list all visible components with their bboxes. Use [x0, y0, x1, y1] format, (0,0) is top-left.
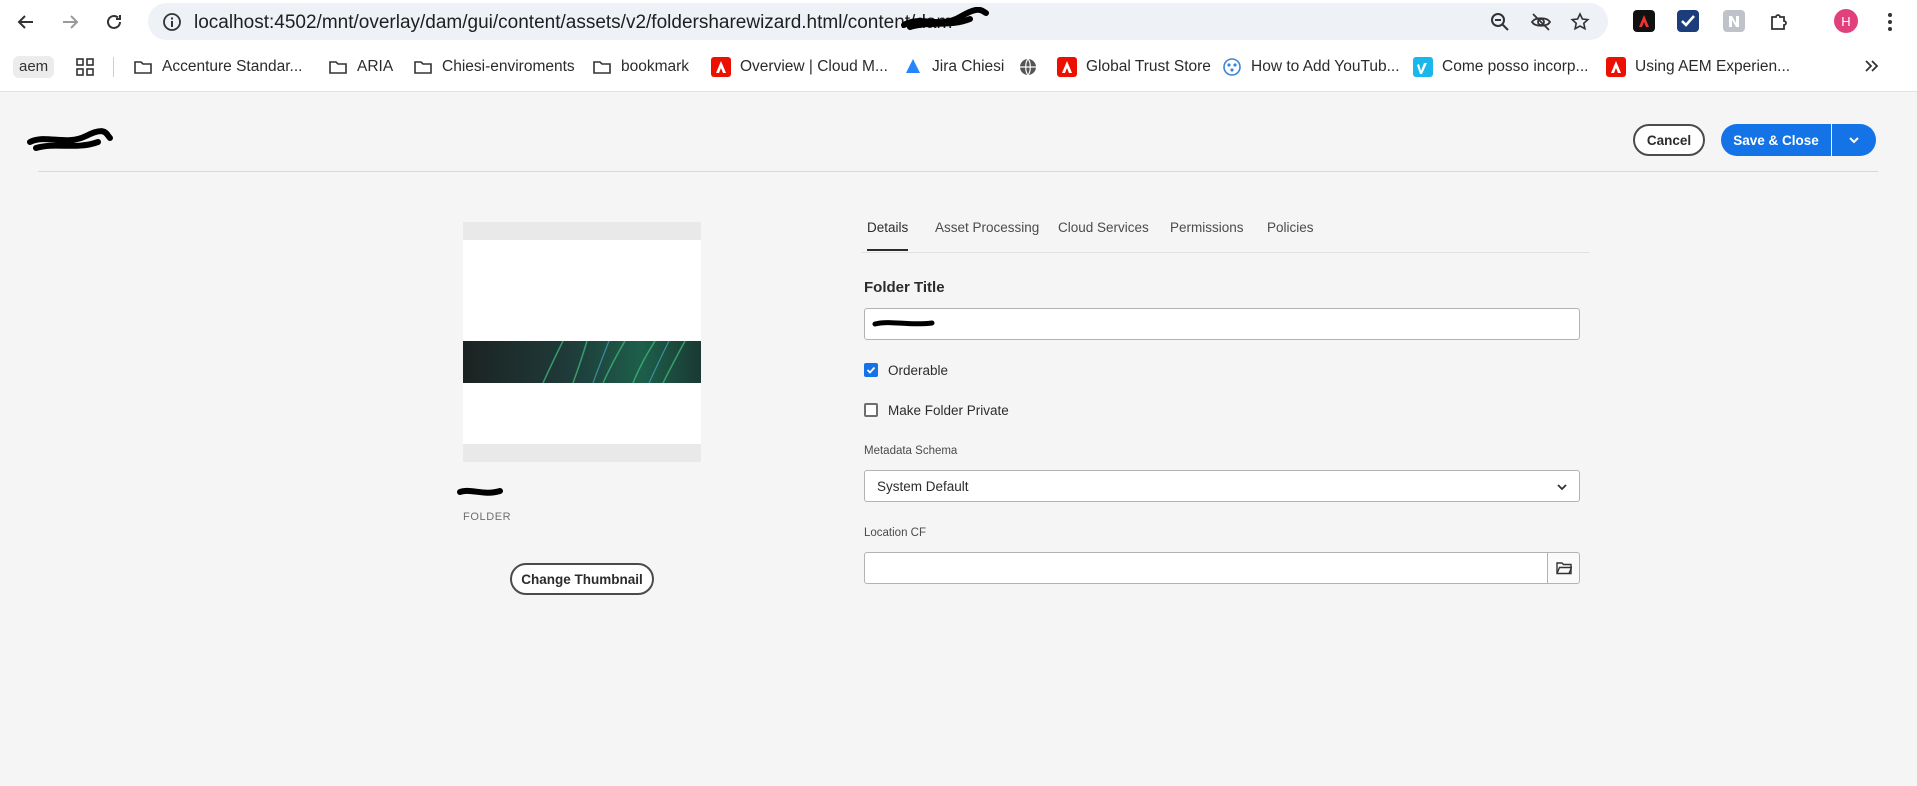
save-close-button[interactable]: Save & Close — [1721, 124, 1831, 156]
chevron-double-right-icon[interactable] — [1862, 56, 1882, 76]
redaction-scribble — [872, 320, 935, 327]
bookmark-folder[interactable]: Chiesi-enviroments — [413, 55, 575, 79]
jira-icon — [906, 59, 920, 73]
tab-policies[interactable]: Policies — [1267, 220, 1314, 249]
save-options-dropdown[interactable] — [1832, 124, 1876, 156]
location-cf-input[interactable] — [864, 552, 1548, 584]
folder-icon — [593, 61, 611, 74]
bookmark-link[interactable]: Jira Chiesi — [903, 55, 1004, 79]
browse-path-button[interactable] — [1547, 552, 1580, 584]
redaction-scribble — [457, 487, 503, 496]
bookmark-folder[interactable]: ARIA — [328, 55, 393, 79]
chevron-down-icon — [1557, 484, 1567, 491]
reload-icon[interactable] — [102, 10, 126, 34]
zoom-icon[interactable] — [1490, 12, 1510, 32]
bookmarks-bar: aem Accenture Standar... ARIA Chiesi-env… — [0, 44, 1917, 92]
chevron-down-icon — [1849, 137, 1859, 144]
browser-menu-icon[interactable] — [1880, 10, 1900, 34]
vimeo-icon — [1413, 57, 1433, 77]
change-thumbnail-button[interactable]: Change Thumbnail — [510, 563, 654, 595]
private-checkbox-row[interactable]: Make Folder Private — [864, 401, 1009, 419]
properties-tabs: Details Asset Processing Cloud Services … — [862, 210, 1590, 253]
metadata-schema-label: Metadata Schema — [864, 445, 958, 457]
metadata-schema-value: System Default — [877, 478, 969, 494]
bookmark-aem[interactable]: aem — [13, 56, 55, 78]
asset-type-label: FOLDER — [463, 511, 512, 523]
forward-arrow-icon[interactable] — [58, 10, 82, 34]
checkmark-extension-icon[interactable] — [1677, 10, 1699, 32]
cancel-button[interactable]: Cancel — [1633, 124, 1705, 156]
back-arrow-icon[interactable] — [14, 10, 38, 34]
globe-icon — [1020, 58, 1036, 76]
bookmark-link[interactable]: Using AEM Experien... — [1606, 55, 1790, 79]
browser-toolbar: localhost:4502/mnt/overlay/dam/gui/conte… — [0, 0, 1917, 44]
make-private-checkbox[interactable] — [864, 403, 878, 417]
tab-details[interactable]: Details — [867, 220, 909, 251]
bookmark-separator — [113, 57, 114, 77]
folder-title-input[interactable] — [864, 308, 1580, 340]
adobe-icon — [1606, 57, 1626, 77]
folder-open-icon — [1555, 562, 1572, 575]
checkmark-icon — [866, 366, 876, 374]
bookmark-link[interactable]: How to Add YouTub... — [1222, 55, 1400, 79]
tab-permissions[interactable]: Permissions — [1170, 220, 1244, 249]
thumbnail-image — [463, 341, 701, 383]
orderable-checkbox-row[interactable]: Orderable — [864, 361, 948, 379]
folder-icon — [329, 61, 347, 74]
tab-cloud-services[interactable]: Cloud Services — [1058, 220, 1149, 249]
folder-icon — [134, 61, 152, 74]
folder-thumbnail — [463, 222, 701, 462]
tab-asset-processing[interactable]: Asset Processing — [935, 220, 1039, 249]
wizard-header: Cancel Save & Close — [27, 92, 1878, 172]
site-info-icon[interactable] — [162, 12, 182, 32]
bookmark-link[interactable]: Come posso incorp... — [1413, 55, 1588, 79]
bookmark-link[interactable] — [1018, 55, 1047, 79]
folder-icon — [414, 61, 432, 74]
url-text[interactable]: localhost:4502/mnt/overlay/dam/gui/conte… — [194, 12, 952, 34]
youtube-dots-icon — [1223, 58, 1241, 76]
address-bar[interactable]: localhost:4502/mnt/overlay/dam/gui/conte… — [148, 3, 1608, 40]
adobe-extension-icon[interactable] — [1633, 10, 1655, 32]
bookmark-link[interactable]: Overview | Cloud M... — [711, 55, 888, 79]
make-private-label: Make Folder Private — [888, 402, 1009, 418]
adobe-icon — [711, 57, 731, 77]
folder-title-label: Folder Title — [864, 279, 945, 296]
bookmark-folder[interactable]: Accenture Standar... — [133, 55, 302, 79]
orderable-checkbox[interactable] — [864, 363, 878, 377]
n-extension-icon[interactable] — [1723, 10, 1745, 32]
profile-avatar[interactable]: H — [1834, 9, 1858, 33]
eye-off-icon[interactable] — [1530, 12, 1552, 32]
redaction-scribble — [901, 7, 989, 30]
metadata-schema-select[interactable]: System Default — [864, 470, 1580, 502]
bookmark-star-icon[interactable] — [1570, 12, 1590, 32]
apps-grid-icon[interactable] — [76, 58, 94, 76]
location-cf-label: Location CF — [864, 527, 927, 539]
bookmark-folder[interactable]: bookmark — [592, 55, 689, 79]
extensions-puzzle-icon[interactable] — [1768, 10, 1790, 32]
adobe-icon — [1057, 57, 1077, 77]
orderable-label: Orderable — [888, 362, 949, 378]
bookmark-link[interactable]: Global Trust Store — [1057, 55, 1211, 79]
redaction-scribble — [27, 128, 113, 151]
